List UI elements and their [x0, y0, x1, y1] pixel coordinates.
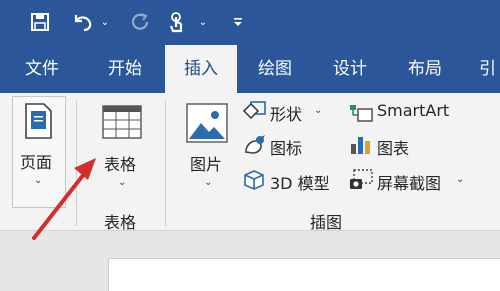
annotation-arrow-icon	[32, 158, 96, 240]
